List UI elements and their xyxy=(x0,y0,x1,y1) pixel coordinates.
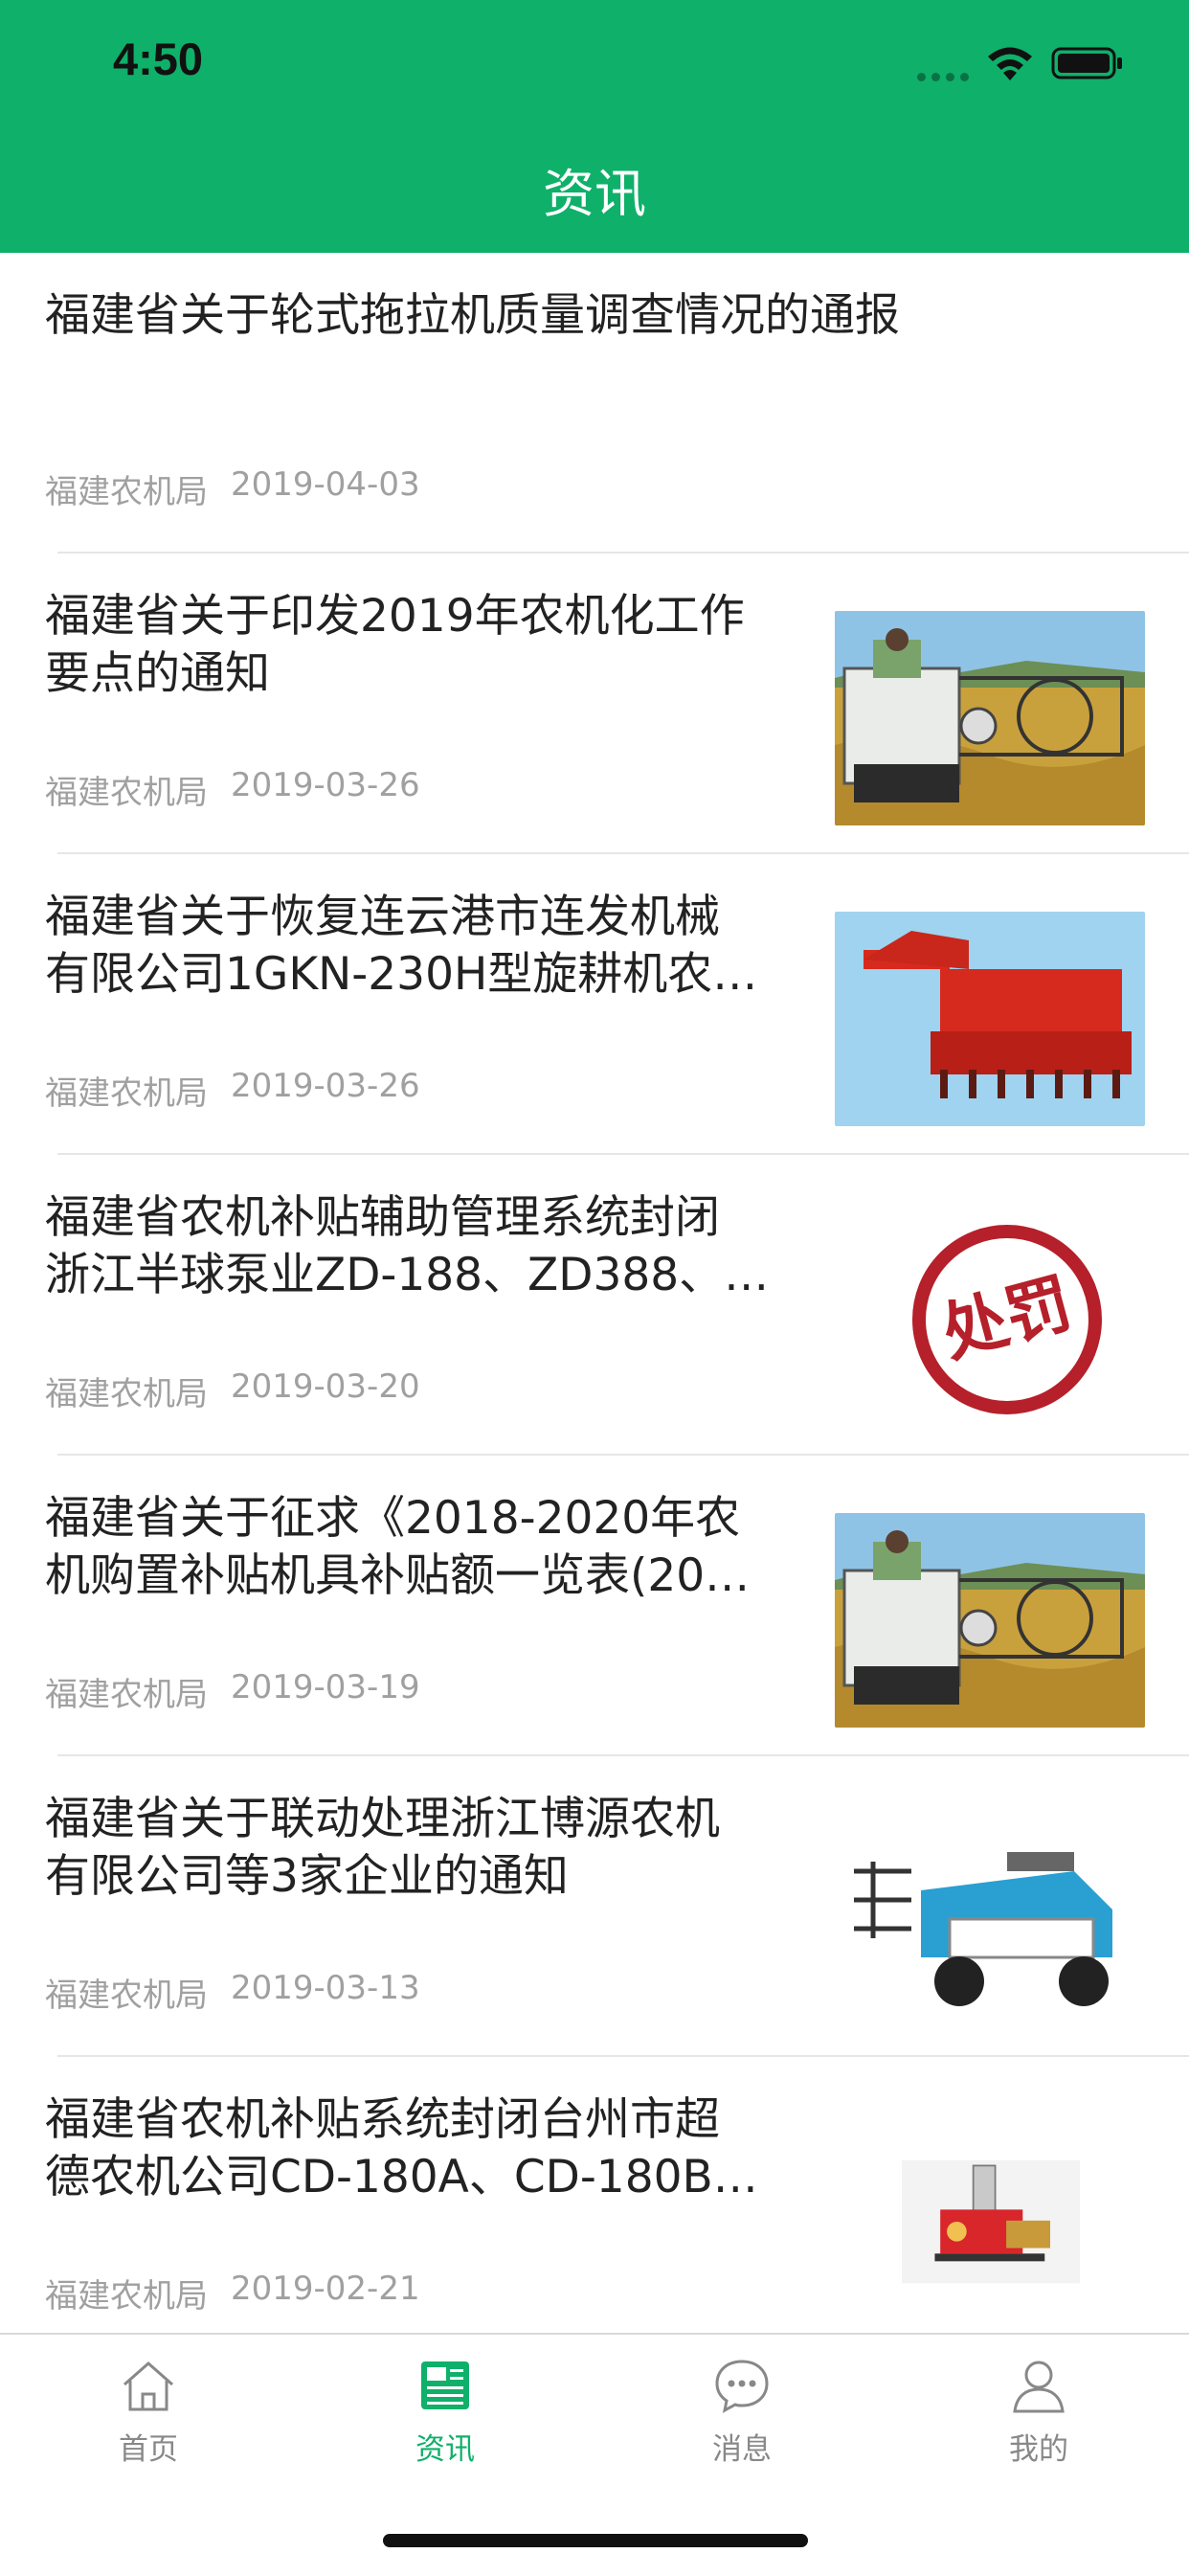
news-title-line: 要点的通知 xyxy=(45,647,270,700)
news-title-line: 机购置补贴机具补贴额一览表(20… xyxy=(45,1549,751,1602)
sprayer-pump-thumbnail xyxy=(902,2159,1080,2284)
news-source: 福建农机局 xyxy=(45,2277,208,2316)
news-title: 福建省关于联动处理浙江博源农机 有限公司等3家企业的通知 xyxy=(45,1791,811,1906)
news-title-line: 有限公司等3家企业的通知 xyxy=(45,1850,569,1903)
news-date: 2019-03-13 xyxy=(231,1969,420,2007)
home-indicator xyxy=(383,2534,808,2547)
news-meta: 福建农机局 2019-03-19 xyxy=(45,1668,420,1715)
battery-icon xyxy=(1051,47,1122,79)
harvester-thumbnail xyxy=(835,611,1145,825)
news-meta: 福建农机局 2019-04-03 xyxy=(45,465,420,512)
status-time: 4:50 xyxy=(113,34,204,84)
harvester-thumbnail xyxy=(835,1513,1145,1728)
news-source: 福建农机局 xyxy=(45,1676,208,1714)
tab-label: 我的 xyxy=(1009,2432,1068,2467)
news-meta: 福建农机局 2019-02-21 xyxy=(45,2270,420,2316)
news-date: 2019-02-21 xyxy=(231,2270,420,2308)
news-meta: 福建农机局 2019-03-20 xyxy=(45,1367,420,1414)
news-date: 2019-04-03 xyxy=(231,465,420,504)
news-title-line: 福建省关于联动处理浙江博源农机 xyxy=(45,1793,720,1845)
rotary-tiller-thumbnail xyxy=(835,912,1145,1126)
news-title-line: 福建省农机补贴系统封闭台州市超 xyxy=(45,2093,720,2146)
news-title: 福建省农机补贴辅助管理系统封闭 浙江半球泵业ZD-188、ZD388、… xyxy=(45,1189,811,1304)
news-date: 2019-03-19 xyxy=(231,1668,420,1706)
news-meta: 福建农机局 2019-03-13 xyxy=(45,1969,420,2016)
news-title-line: 福建省关于征求《2018-2020年农 xyxy=(45,1492,741,1545)
news-title-line: 浙江半球泵业ZD-188、ZD388、… xyxy=(45,1249,770,1301)
news-title-line: 德农机公司CD-180A、CD-180B… xyxy=(45,2151,758,2203)
news-icon xyxy=(421,2361,469,2409)
news-source: 福建农机局 xyxy=(45,473,208,511)
tab-home[interactable]: 首页 xyxy=(0,2335,297,2488)
tab-news[interactable]: 资讯 xyxy=(297,2335,594,2488)
cellular-signal-icon xyxy=(917,73,969,81)
news-title: 福建省关于恢复连云港市连发机械 有限公司1GKN-230H型旋耕机农… xyxy=(45,889,811,1004)
tab-label: 首页 xyxy=(119,2432,178,2467)
tab-label: 消息 xyxy=(712,2432,772,2467)
news-item[interactable]: 福建省关于联动处理浙江博源农机 有限公司等3家企业的通知 福建农机局 2019-… xyxy=(0,1756,1189,2057)
rice-transplanter-thumbnail xyxy=(835,1814,1145,2028)
news-title: 福建省关于轮式拖拉机质量调查情况的通报 xyxy=(45,287,1146,345)
penalty-stamp-thumbnail: 处罚 xyxy=(835,1212,1145,1427)
news-meta: 福建农机局 2019-03-26 xyxy=(45,1067,420,1114)
news-source: 福建农机局 xyxy=(45,1375,208,1413)
news-title: 福建省农机补贴系统封闭台州市超 德农机公司CD-180A、CD-180B… xyxy=(45,2091,811,2206)
news-date: 2019-03-26 xyxy=(231,766,420,804)
news-item[interactable]: 福建省关于征求《2018-2020年农 机购置补贴机具补贴额一览表(20… 福建… xyxy=(0,1456,1189,1756)
wifi-icon xyxy=(988,47,1032,80)
tab-label: 资讯 xyxy=(415,2432,475,2467)
news-date: 2019-03-20 xyxy=(231,1367,420,1406)
tab-messages[interactable]: 消息 xyxy=(594,2335,890,2488)
news-source: 福建农机局 xyxy=(45,1977,208,2015)
profile-icon xyxy=(1013,2361,1065,2413)
news-item[interactable]: 福建省农机补贴系统封闭台州市超 德农机公司CD-180A、CD-180B… 福建… xyxy=(0,2057,1189,2358)
news-title-line: 福建省关于轮式拖拉机质量调查情况的通报 xyxy=(45,289,900,342)
news-item[interactable]: 福建省关于恢复连云港市连发机械 有限公司1GKN-230H型旋耕机农… 福建农机… xyxy=(0,854,1189,1155)
news-title-line: 有限公司1GKN-230H型旋耕机农… xyxy=(45,948,758,1001)
news-item[interactable]: 福建省农机补贴辅助管理系统封闭 浙江半球泵业ZD-188、ZD388、… 福建农… xyxy=(0,1155,1189,1456)
news-meta: 福建农机局 2019-03-26 xyxy=(45,766,420,813)
news-title-line: 福建省关于恢复连云港市连发机械 xyxy=(45,891,720,943)
news-title: 福建省关于征求《2018-2020年农 机购置补贴机具补贴额一览表(20… xyxy=(45,1490,811,1605)
news-source: 福建农机局 xyxy=(45,1074,208,1113)
message-icon xyxy=(715,2360,769,2413)
news-date: 2019-03-26 xyxy=(231,1067,420,1105)
app-header: 4:50 资讯 xyxy=(0,0,1189,253)
news-source: 福建农机局 xyxy=(45,774,208,812)
tab-profile[interactable]: 我的 xyxy=(890,2335,1187,2488)
news-title-line: 福建省关于印发2019年农机化工作 xyxy=(45,590,745,643)
news-title-line: 福建省农机补贴辅助管理系统封闭 xyxy=(45,1191,720,1244)
page-title: 资讯 xyxy=(543,164,646,224)
news-item[interactable]: 福建省关于轮式拖拉机质量调查情况的通报 福建农机局 2019-04-03 xyxy=(0,253,1189,554)
home-icon xyxy=(123,2361,173,2411)
news-item[interactable]: 福建省关于印发2019年农机化工作 要点的通知 福建农机局 2019-03-26 xyxy=(0,554,1189,854)
news-title: 福建省关于印发2019年农机化工作 要点的通知 xyxy=(45,588,811,703)
